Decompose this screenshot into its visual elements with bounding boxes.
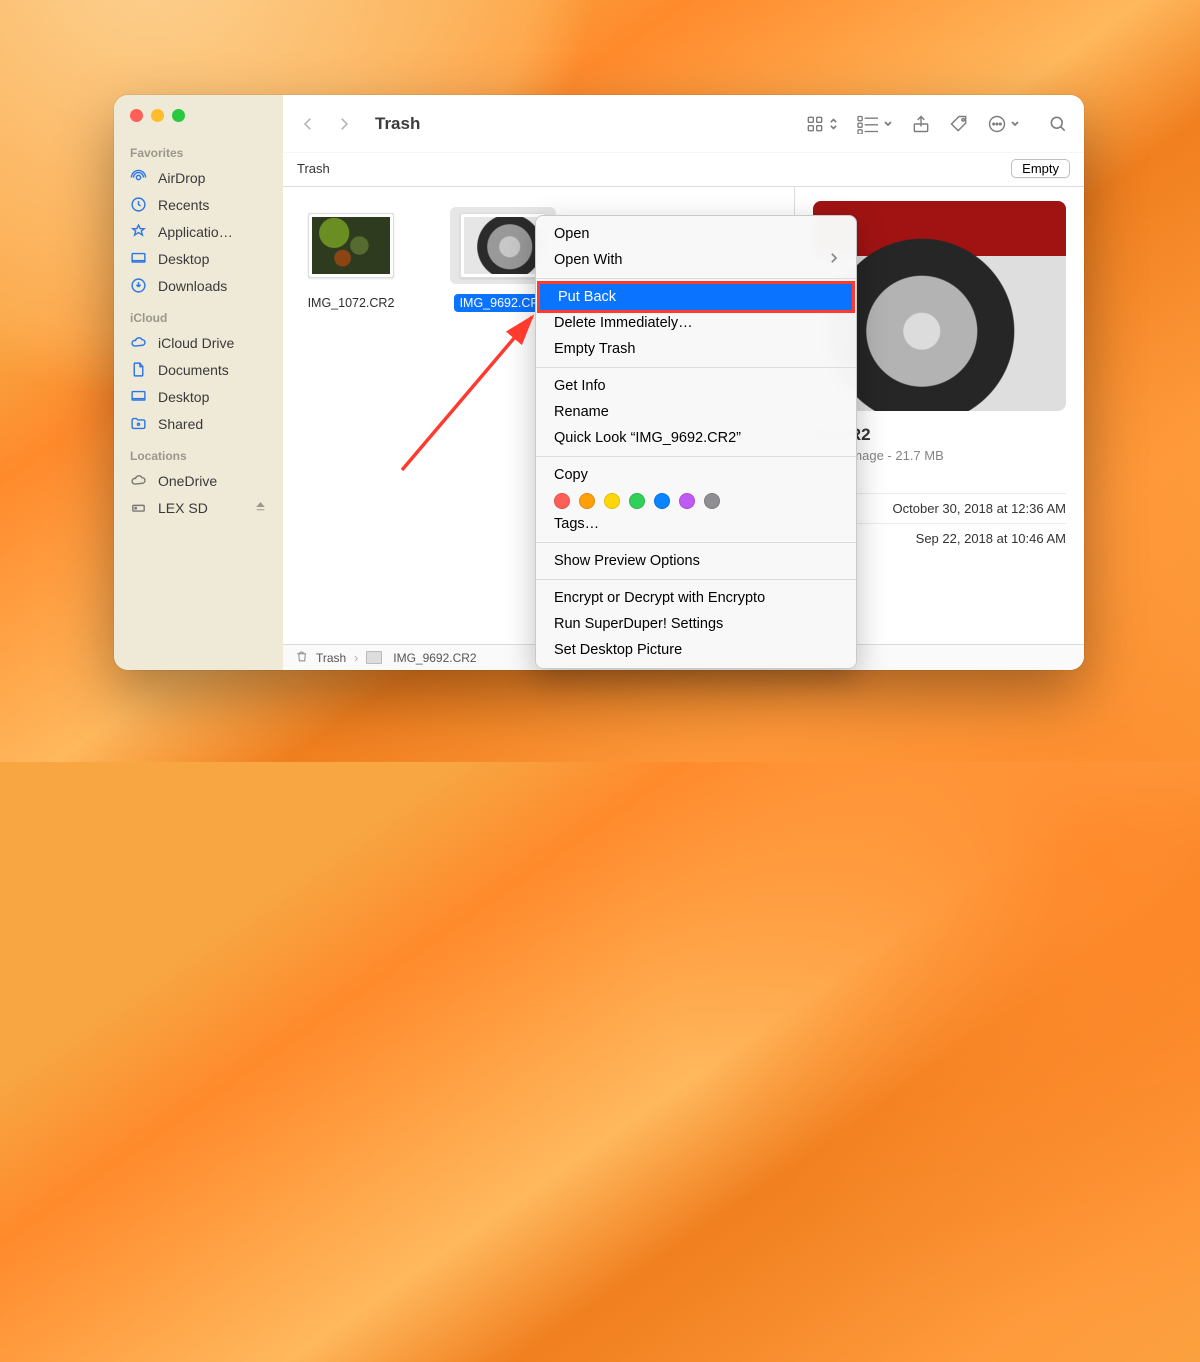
menu-item-open[interactable]: Open [536, 221, 856, 247]
menu-separator [536, 367, 856, 368]
menu-item-quick-look[interactable]: Quick Look “IMG_9692.CR2” [536, 425, 856, 451]
document-icon [130, 361, 148, 378]
menu-item-copy[interactable]: Copy [536, 462, 856, 488]
sidebar-item-label: Desktop [158, 389, 209, 405]
menu-separator [536, 579, 856, 580]
location-header: Trash Empty [283, 153, 1084, 187]
tag-color-dot[interactable] [654, 493, 670, 509]
menu-item-encrypto[interactable]: Encrypt or Decrypt with Encrypto [536, 585, 856, 611]
file-name-label: IMG_1072.CR2 [302, 294, 401, 312]
sidebar-item-onedrive[interactable]: OneDrive [114, 467, 283, 494]
minimize-window-button[interactable] [151, 109, 164, 122]
view-icons-button[interactable] [804, 114, 838, 134]
file-thumbnail [308, 213, 394, 278]
sidebar-item-label: Shared [158, 416, 203, 432]
file-thumbnail [460, 213, 546, 278]
menu-item-put-back[interactable]: Put Back [540, 284, 852, 310]
window-title: Trash [375, 114, 420, 134]
sidebar-item-downloads[interactable]: Downloads [114, 272, 283, 299]
menu-item-get-info[interactable]: Get Info [536, 373, 856, 399]
sidebar-item-icloud-drive[interactable]: iCloud Drive [114, 329, 283, 356]
sidebar-item-label: Desktop [158, 251, 209, 267]
toolbar: Trash [283, 95, 1084, 153]
tag-color-dot[interactable] [629, 493, 645, 509]
sidebar-item-documents[interactable]: Documents [114, 356, 283, 383]
sidebar-item-label: OneDrive [158, 473, 217, 489]
sidebar-item-desktop-icloud[interactable]: Desktop [114, 383, 283, 410]
path-segment[interactable]: Trash [316, 651, 346, 665]
shared-folder-icon [130, 415, 148, 432]
sidebar-heading-favorites: Favorites [114, 134, 283, 164]
cloud-icon [130, 334, 148, 351]
chevron-right-icon [829, 252, 838, 268]
sidebar-item-label: iCloud Drive [158, 335, 234, 351]
trash-icon [295, 650, 308, 666]
more-actions-button[interactable] [987, 114, 1020, 134]
menu-item-empty-trash[interactable]: Empty Trash [536, 336, 856, 362]
sidebar-item-shared[interactable]: Shared [114, 410, 283, 437]
context-menu: Open Open With Put Back Delete Immediate… [535, 215, 857, 669]
desktop-icon [130, 388, 148, 405]
menu-separator [536, 456, 856, 457]
sidebar-item-label: Recents [158, 197, 209, 213]
sidebar-item-label: LEX SD [158, 500, 208, 516]
tag-color-dot[interactable] [679, 493, 695, 509]
sidebar: Favorites AirDrop Recents Applicatio… De… [114, 95, 283, 670]
empty-trash-button[interactable]: Empty [1011, 159, 1070, 178]
tag-color-dot[interactable] [579, 493, 595, 509]
back-button[interactable] [299, 115, 317, 133]
downloads-icon [130, 277, 148, 294]
sidebar-item-label: Documents [158, 362, 229, 378]
tag-color-row [536, 488, 856, 511]
clock-icon [130, 196, 148, 213]
menu-item-delete-immediately[interactable]: Delete Immediately… [536, 310, 856, 336]
tag-color-dot[interactable] [704, 493, 720, 509]
menu-item-open-with[interactable]: Open With [536, 247, 856, 273]
tag-color-dot[interactable] [604, 493, 620, 509]
drive-icon [130, 499, 148, 516]
image-file-icon [366, 651, 382, 664]
sidebar-item-label: AirDrop [158, 170, 205, 186]
window-controls [114, 109, 283, 134]
sidebar-heading-locations: Locations [114, 437, 283, 467]
sidebar-item-recents[interactable]: Recents [114, 191, 283, 218]
menu-item-show-preview-options[interactable]: Show Preview Options [536, 548, 856, 574]
sidebar-item-label: Applicatio… [158, 224, 233, 240]
cloud-icon [130, 472, 148, 489]
forward-button[interactable] [335, 115, 353, 133]
sidebar-item-lex-sd[interactable]: LEX SD [114, 494, 283, 521]
menu-separator [536, 542, 856, 543]
sidebar-item-label: Downloads [158, 278, 227, 294]
group-by-button[interactable] [856, 114, 893, 134]
menu-item-set-desktop-picture[interactable]: Set Desktop Picture [536, 637, 856, 663]
path-segment[interactable]: IMG_9692.CR2 [393, 651, 476, 665]
menu-item-tags[interactable]: Tags… [536, 511, 856, 537]
sidebar-item-applications[interactable]: Applicatio… [114, 218, 283, 245]
eject-icon[interactable] [254, 500, 267, 516]
chevron-right-icon: › [354, 651, 358, 665]
sidebar-heading-icloud: iCloud [114, 299, 283, 329]
location-title: Trash [297, 161, 330, 176]
applications-icon [130, 223, 148, 240]
tag-color-dot[interactable] [554, 493, 570, 509]
menu-item-superduper[interactable]: Run SuperDuper! Settings [536, 611, 856, 637]
file-item[interactable]: IMG_1072.CR2 [293, 207, 409, 312]
sidebar-item-desktop[interactable]: Desktop [114, 245, 283, 272]
search-button[interactable] [1048, 114, 1068, 134]
close-window-button[interactable] [130, 109, 143, 122]
menu-separator [536, 278, 856, 279]
desktop-icon [130, 250, 148, 267]
fullscreen-window-button[interactable] [172, 109, 185, 122]
menu-item-rename[interactable]: Rename [536, 399, 856, 425]
share-button[interactable] [911, 114, 931, 134]
airdrop-icon [130, 169, 148, 186]
tags-button[interactable] [949, 114, 969, 134]
sidebar-item-airdrop[interactable]: AirDrop [114, 164, 283, 191]
